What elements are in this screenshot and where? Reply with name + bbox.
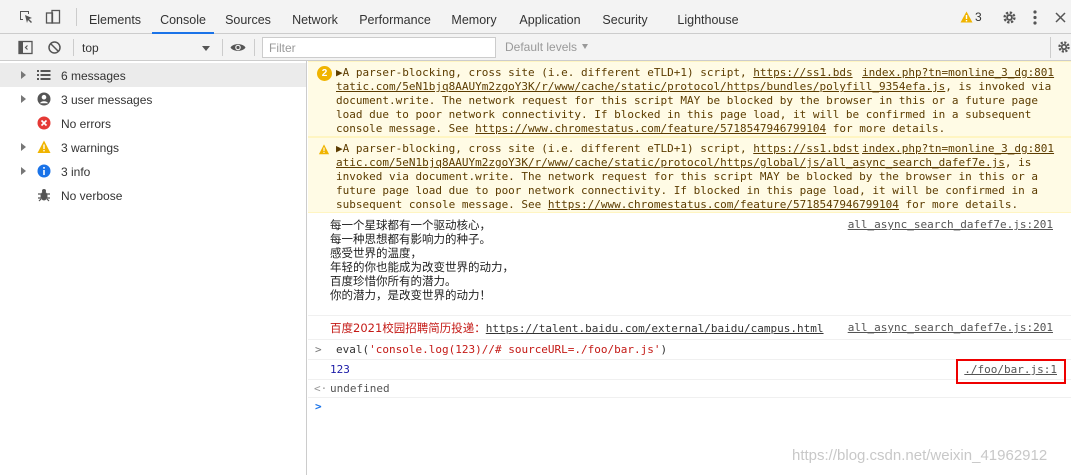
script-link[interactable]: https://ss1.bdst	[753, 142, 859, 155]
log-message: 百度2021校园招聘简历投递：https://talent.baidu.com/…	[308, 316, 1071, 340]
tab-memory[interactable]: Memory	[444, 0, 504, 34]
sidebar-item-errors[interactable]: No errors	[0, 111, 306, 135]
bug-icon	[38, 189, 50, 202]
toolbar-divider	[73, 39, 74, 56]
list-icon	[37, 70, 51, 80]
console-messages: 2 ▶A parser-blocking, cross site (i.e. d…	[308, 61, 1071, 475]
context-value: top	[82, 41, 99, 55]
more-options-icon[interactable]	[1032, 10, 1038, 25]
log-levels-dropdown[interactable]: Default levels	[505, 40, 588, 56]
repeat-count-badge: 2	[317, 66, 332, 81]
expand-arrow-icon[interactable]	[21, 143, 26, 151]
toolbar-divider	[254, 39, 255, 56]
script-link[interactable]: tatic.com/5eN1bjq8AAUYm2zgoY3K/r/www/cac…	[336, 80, 945, 93]
result-value: undefined	[330, 382, 390, 395]
user-icon	[37, 92, 51, 106]
tab-elements[interactable]: Elements	[80, 0, 150, 34]
clear-console-icon[interactable]	[47, 40, 62, 55]
warning-message[interactable]: 2 ▶A parser-blocking, cross site (i.e. d…	[308, 61, 1071, 137]
input-prompt: >	[315, 343, 322, 356]
recruit-label: 百度2021校园招聘简历投递：	[330, 321, 486, 335]
warning-icon	[318, 144, 330, 155]
sidebar-item-messages[interactable]: 6 messages	[0, 63, 306, 87]
chromestatus-link[interactable]: https://www.chromestatus.com/feature/571…	[475, 122, 826, 135]
source-link[interactable]: index.php?tn=monline_3_dg:801	[862, 142, 1054, 156]
console-sidebar: 6 messages 3 user messages No errors 3 w…	[0, 61, 307, 475]
prompt-caret-icon: >	[315, 400, 322, 413]
eval-result: <· undefined	[308, 380, 1071, 398]
result-prompt: <·	[314, 382, 328, 395]
source-link[interactable]: index.php?tn=monline_3_dg:801	[862, 66, 1054, 80]
log-message: 每一个星球都有一个驱动核心， 每一种思想都有影响力的种子。 感受世界的温度， 年…	[308, 213, 1071, 316]
chromestatus-link[interactable]: https://www.chromestatus.com/feature/571…	[548, 198, 899, 211]
devtools-tabbar: Elements Console Sources Network Perform…	[0, 0, 1071, 34]
source-link[interactable]: all_async_search_dafef7e.js:201	[848, 218, 1053, 231]
warnings-counter[interactable]: 3	[960, 10, 1000, 26]
expand-arrow-icon[interactable]	[21, 167, 26, 175]
sidebar-item-label: 6 messages	[61, 69, 126, 83]
toolbar-divider	[1050, 37, 1051, 58]
sidebar-item-label: No errors	[61, 117, 112, 131]
sidebar-item-label: 3 warnings	[61, 141, 120, 155]
watermark: https://blog.csdn.net/weixin_41962912	[792, 447, 1048, 464]
chevron-down-icon	[202, 46, 210, 51]
tab-network[interactable]: Network	[284, 0, 346, 34]
script-link[interactable]: https://ss1.bds	[753, 66, 852, 79]
tab-application[interactable]: Application	[512, 0, 588, 34]
warning-icon	[37, 140, 51, 153]
live-expression-eye-icon[interactable]	[230, 41, 246, 54]
command-echo: > eval('console.log(123)//# sourceURL=./…	[308, 340, 1071, 360]
output-number: 123	[330, 363, 350, 376]
close-devtools-icon[interactable]	[1055, 12, 1066, 23]
script-link[interactable]: atic.com/5eN1bjq8AAUYm2zgoY3K/r/www/cach…	[336, 156, 1005, 169]
expand-arrow-icon[interactable]	[21, 71, 26, 79]
tab-sources[interactable]: Sources	[218, 0, 278, 34]
settings-gear-icon[interactable]	[1002, 10, 1017, 25]
warning-message[interactable]: ▶A parser-blocking, cross site (i.e. dif…	[308, 137, 1071, 213]
tab-security[interactable]: Security	[596, 0, 654, 34]
sidebar-item-verbose[interactable]: No verbose	[0, 183, 306, 207]
console-input[interactable]: >	[308, 398, 1071, 418]
error-icon	[37, 116, 51, 130]
filter-input[interactable]	[262, 37, 496, 58]
tab-console[interactable]: Console	[152, 0, 214, 34]
sidebar-item-warnings[interactable]: 3 warnings	[0, 135, 306, 159]
sidebar-item-info[interactable]: 3 info	[0, 159, 306, 183]
expand-arrow-icon[interactable]	[21, 95, 26, 103]
tab-performance[interactable]: Performance	[354, 0, 436, 34]
string-literal: 'console.log(123)//# sourceURL=./foo/bar…	[369, 343, 661, 356]
recruit-link[interactable]: https://talent.baidu.com/external/baidu/…	[486, 322, 824, 335]
console-settings-gear-icon[interactable]	[1057, 40, 1071, 54]
device-toolbar-icon[interactable]	[45, 9, 61, 25]
sidebar-item-user-messages[interactable]: 3 user messages	[0, 87, 306, 111]
tab-divider	[76, 8, 77, 26]
info-icon	[37, 164, 51, 178]
sidebar-item-label: No verbose	[61, 189, 123, 203]
sidebar-toggle-icon[interactable]	[18, 40, 33, 55]
log-levels-label: Default levels	[505, 40, 578, 54]
toolbar-divider	[222, 39, 223, 56]
sidebar-item-label: 3 user messages	[61, 93, 153, 107]
console-toolbar: top Default levels	[0, 34, 1071, 61]
warning-icon	[960, 11, 973, 23]
chevron-down-icon	[582, 44, 588, 49]
tab-lighthouse[interactable]: Lighthouse	[672, 0, 744, 34]
inspect-element-icon[interactable]	[18, 9, 34, 25]
warnings-count: 3	[975, 10, 982, 24]
context-selector[interactable]: top	[76, 37, 216, 58]
sidebar-item-label: 3 info	[61, 165, 91, 179]
source-link[interactable]: all_async_search_dafef7e.js:201	[848, 321, 1053, 334]
